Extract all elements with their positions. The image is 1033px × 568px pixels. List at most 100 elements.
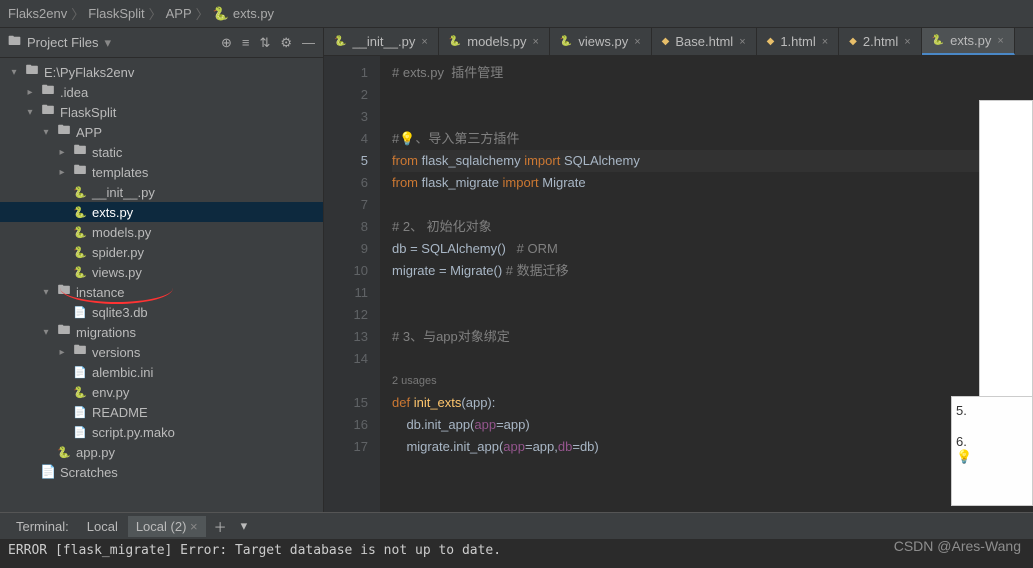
code-line[interactable]: from flask_migrate import Migrate — [392, 172, 1033, 194]
editor-tab[interactable]: 🐍views.py× — [550, 28, 652, 55]
editor-tab[interactable]: 🐍models.py× — [439, 28, 550, 55]
code-line[interactable]: # exts.py 插件管理 — [392, 62, 1033, 84]
expand-all-icon[interactable]: ≡ — [242, 35, 250, 51]
code-line[interactable]: migrate = Migrate() # 数据迁移 — [392, 260, 1033, 282]
code-line[interactable]: db.init_app(app=app) — [392, 414, 1033, 436]
project-tree[interactable]: ▾E:\PyFlaks2env▸.idea▾FlaskSplit▾APP▸sta… — [0, 58, 323, 512]
tree-item[interactable]: 🐍env.py — [0, 382, 323, 402]
terminal-output[interactable]: ERROR [flask_migrate] Error: Target data… — [0, 539, 1033, 562]
tree-item[interactable]: ▾APP — [0, 122, 323, 142]
python-icon: 🐍 — [72, 266, 88, 279]
tree-item[interactable]: ▾FlaskSplit — [0, 102, 323, 122]
code-line[interactable]: db = SQLAlchemy() # ORM — [392, 238, 1033, 260]
tree-arrow-icon[interactable]: ▸ — [56, 347, 68, 358]
line-number[interactable]: 14 — [324, 348, 368, 370]
line-number[interactable]: 13 — [324, 326, 368, 348]
terminal-dropdown-icon[interactable]: ▾ — [235, 518, 254, 534]
editor-tab[interactable]: ◆1.html× — [757, 28, 840, 55]
code-line[interactable] — [392, 106, 1033, 128]
usages-hint[interactable]: 2 usages — [392, 370, 1033, 392]
code-line[interactable] — [392, 304, 1033, 326]
close-icon[interactable]: × — [634, 36, 640, 48]
terminal-tab[interactable]: Local — [79, 516, 126, 537]
crumb[interactable]: Flaks2env — [8, 6, 67, 21]
close-icon[interactable]: × — [997, 35, 1003, 47]
close-icon[interactable]: × — [904, 36, 910, 48]
tree-arrow-icon[interactable]: ▾ — [8, 67, 20, 78]
line-number[interactable]: 2 — [324, 84, 368, 106]
line-number[interactable]: 12 — [324, 304, 368, 326]
editor-tab[interactable]: 🐍__init__.py× — [324, 28, 439, 55]
close-icon[interactable]: × — [532, 36, 538, 48]
line-number[interactable]: 15 — [324, 392, 368, 414]
tree-item[interactable]: 📄sqlite3.db — [0, 302, 323, 322]
select-opened-icon[interactable]: ⊕ — [221, 35, 232, 51]
code-line[interactable]: # 3、与app对象绑定 — [392, 326, 1033, 348]
code-editor[interactable]: # exts.py 插件管理 #💡、导入第三方插件from flask_sqla… — [380, 56, 1033, 512]
tree-item[interactable]: 🐍models.py — [0, 222, 323, 242]
tree-arrow-icon[interactable]: ▾ — [40, 127, 52, 138]
line-number[interactable]: 11 — [324, 282, 368, 304]
hide-icon[interactable]: — — [302, 35, 315, 51]
tree-item[interactable]: ▸templates — [0, 162, 323, 182]
tree-item[interactable]: ▾E:\PyFlaks2env — [0, 62, 323, 82]
tree-arrow-icon[interactable]: ▾ — [40, 287, 52, 298]
crumb-file[interactable]: exts.py — [233, 6, 274, 21]
line-number[interactable]: 6 — [324, 172, 368, 194]
close-icon[interactable]: × — [739, 36, 745, 48]
tree-item[interactable]: 📄README — [0, 402, 323, 422]
code-line[interactable]: #💡、导入第三方插件 — [392, 128, 1033, 150]
code-line[interactable]: from flask_sqlalchemy import SQLAlchemy — [392, 150, 1033, 172]
gear-icon[interactable]: ⚙ — [280, 35, 292, 51]
tree-item[interactable]: ▸versions — [0, 342, 323, 362]
editor-tab[interactable]: ◆Base.html× — [652, 28, 757, 55]
tree-arrow-icon[interactable]: ▸ — [56, 147, 68, 158]
close-icon[interactable]: × — [190, 519, 198, 534]
tree-item[interactable]: 📄script.py.mako — [0, 422, 323, 442]
collapse-all-icon[interactable]: ⇅ — [259, 35, 270, 51]
line-number[interactable]: 1 — [324, 62, 368, 84]
line-number[interactable]: 10 — [324, 260, 368, 282]
tree-item[interactable]: 🐍spider.py — [0, 242, 323, 262]
code-line[interactable] — [392, 282, 1033, 304]
editor-tab[interactable]: 🐍exts.py× — [922, 28, 1015, 55]
line-number[interactable]: 7 — [324, 194, 368, 216]
add-terminal-button[interactable]: ＋ — [208, 517, 233, 536]
crumb[interactable]: FlaskSplit — [88, 6, 144, 21]
crumb[interactable]: APP — [166, 6, 192, 21]
close-icon[interactable]: × — [421, 36, 427, 48]
tree-arrow-icon[interactable]: ▸ — [56, 167, 68, 178]
tree-arrow-icon[interactable]: ▾ — [24, 107, 36, 118]
tree-item[interactable]: 📄Scratches — [0, 462, 323, 482]
terminal-tab[interactable]: Local (2) × — [128, 516, 206, 537]
code-line[interactable]: # 2、 初始化对象 — [392, 216, 1033, 238]
line-number[interactable]: 17 — [324, 436, 368, 458]
tree-item[interactable]: 🐍app.py — [0, 442, 323, 462]
chevron-down-icon[interactable]: ▾ — [105, 35, 112, 51]
tree-arrow-icon[interactable]: ▾ — [40, 327, 52, 338]
line-number[interactable]: 4 — [324, 128, 368, 150]
tree-item[interactable]: ▾instance — [0, 282, 323, 302]
tree-item[interactable]: ▸static — [0, 142, 323, 162]
tree-item[interactable]: 🐍views.py — [0, 262, 323, 282]
tree-item[interactable]: ▾migrations — [0, 322, 323, 342]
line-number[interactable]: 3 — [324, 106, 368, 128]
tree-item[interactable]: 🐍__init__.py — [0, 182, 323, 202]
tree-item[interactable]: 📄alembic.ini — [0, 362, 323, 382]
tree-arrow-icon[interactable]: ▸ — [24, 87, 36, 98]
close-icon[interactable]: × — [822, 36, 828, 48]
tree-item[interactable]: ▸.idea — [0, 82, 323, 102]
code-line[interactable] — [392, 194, 1033, 216]
line-number[interactable]: 9 — [324, 238, 368, 260]
line-number[interactable]: 5 — [324, 150, 368, 172]
code-line[interactable]: migrate.init_app(app=app,db=db) — [392, 436, 1033, 458]
code-line[interactable] — [392, 84, 1033, 106]
code-line[interactable]: def init_exts(app): — [392, 392, 1033, 414]
line-number[interactable]: 8 — [324, 216, 368, 238]
sidebar-title[interactable]: Project Files — [27, 35, 99, 50]
editor-tab[interactable]: ◆2.html× — [839, 28, 922, 55]
code-line[interactable] — [392, 348, 1033, 370]
file-icon: 📄 — [72, 426, 88, 439]
line-number[interactable]: 16 — [324, 414, 368, 436]
tree-item[interactable]: 🐍exts.py — [0, 202, 323, 222]
